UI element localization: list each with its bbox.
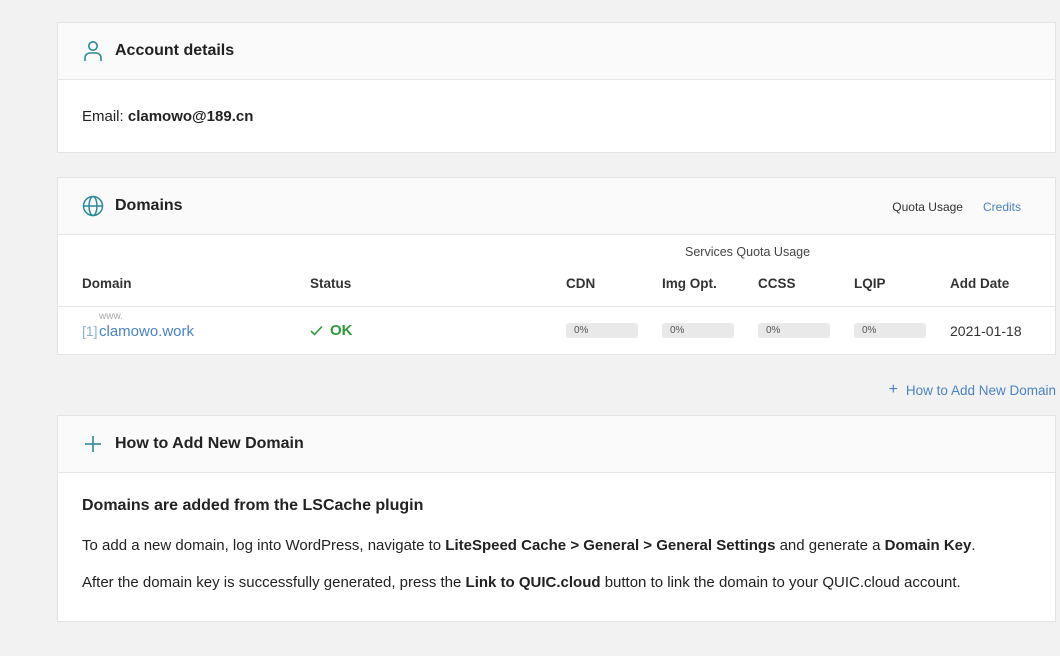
globe-icon: [82, 195, 104, 217]
email-label: Email:: [82, 108, 124, 125]
cdn-quota-bar: 0%: [566, 323, 638, 338]
p1-domain-key: Domain Key: [884, 537, 972, 554]
status-badge: OK: [310, 322, 353, 339]
how-to-heading: Domains are added from the LSCache plugi…: [82, 497, 424, 514]
domain-index: [1]: [82, 323, 98, 339]
col-ccss: CCSS: [758, 276, 796, 291]
account-details-header: Account details: [58, 23, 1055, 80]
col-img-opt: Img Opt.: [662, 276, 717, 291]
how-to-add-domain-link-label: How to Add New Domain: [905, 382, 1056, 398]
lqip-quota-bar: 0%: [854, 323, 926, 338]
how-to-add-domain-card: How to Add New Domain Domains are added …: [57, 415, 1056, 622]
how-to-add-domain-link[interactable]: + How to Add New Domain: [889, 381, 1056, 399]
how-to-title: How to Add New Domain: [115, 435, 304, 452]
services-quota-caption: Services Quota Usage: [685, 245, 811, 259]
img-opt-quota-bar: 0%: [662, 323, 734, 338]
domain-prefix: www.: [99, 311, 123, 322]
domains-title: Domains: [115, 197, 183, 214]
p1-period: .: [971, 537, 976, 554]
account-details-card: Account details Email: clamowo@189.cn: [57, 22, 1056, 153]
how-to-paragraph-2: After the domain key is successfully gen…: [82, 574, 1031, 591]
p2-text-2: button to link the domain to your QUIC.c…: [600, 574, 961, 591]
how-to-paragraph-1: To add a new domain, log into WordPress,…: [82, 537, 1031, 554]
quota-usage-link[interactable]: Quota Usage: [892, 200, 963, 214]
domains-header-links: Quota Usage Credits: [892, 178, 1021, 235]
col-cdn: CDN: [566, 276, 596, 291]
status-text: OK: [330, 322, 353, 339]
credits-link[interactable]: Credits: [983, 200, 1021, 214]
domains-header: Domains Quota Usage Credits: [58, 178, 1055, 235]
add-date: 2021-01-18: [950, 323, 1022, 339]
domain-link[interactable]: clamowo.work: [99, 323, 194, 340]
col-status: Status: [310, 276, 352, 291]
table-row: www. [1] clamowo.work OK 0% 0% 0% 0% 202…: [58, 307, 1055, 355]
p1-path: LiteSpeed Cache > General > General Sett…: [445, 537, 776, 554]
account-details-title: Account details: [115, 42, 235, 59]
ccss-quota-bar: 0%: [758, 323, 830, 338]
col-add-date: Add Date: [950, 276, 1010, 291]
p2-button-name: Link to QUIC.cloud: [465, 574, 601, 591]
domains-card: Domains Quota Usage Credits Services Quo…: [57, 177, 1056, 355]
p1-text-2: and generate a: [775, 537, 885, 554]
col-domain: Domain: [82, 276, 132, 291]
p2-text: After the domain key is successfully gen…: [82, 574, 466, 591]
how-to-header: How to Add New Domain: [58, 416, 1055, 473]
email-value: clamowo@189.cn: [127, 108, 254, 125]
check-icon: [310, 325, 323, 336]
p1-text: To add a new domain, log into WordPress,…: [82, 537, 446, 554]
how-to-body: Domains are added from the LSCache plugi…: [58, 473, 1055, 633]
plus-icon: [82, 433, 104, 455]
user-icon: [82, 40, 104, 62]
col-lqip: LQIP: [854, 276, 886, 291]
plus-icon: +: [888, 381, 898, 398]
account-details-body: Email: clamowo@189.cn: [58, 80, 1055, 153]
